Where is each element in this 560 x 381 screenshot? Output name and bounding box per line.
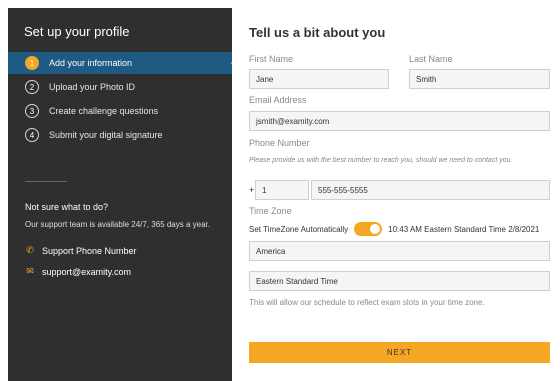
auto-timezone-row: Set TimeZone Automatically 10:43 AM East… [249,222,539,236]
step-number: 3 [25,104,39,118]
step-number: 1 [25,56,39,70]
timezone-note: This will allow our schedule to reflect … [249,298,485,307]
sidebar-divider [25,181,67,182]
step-add-information[interactable]: 1 Add your information [8,52,240,74]
step-number: 4 [25,128,39,142]
support-phone-label: Support Phone Number [42,245,137,256]
help-title: Not sure what to do? [25,202,109,212]
email-label: Email Address [249,95,307,105]
envelope-icon: ✉ [26,266,34,276]
step-label: Add your information [49,58,133,68]
country-code-prefix: + [249,185,255,195]
step-label: Create challenge questions [49,106,159,116]
phone-label: Phone Number [249,138,310,148]
first-name-field[interactable]: Jane [249,69,389,89]
last-name-label: Last Name [409,54,453,64]
auto-timezone-toggle[interactable] [354,222,383,236]
support-phone-link[interactable]: ✆ Support Phone Number [25,245,137,256]
timezone-label: Time Zone [249,206,292,216]
email-field[interactable]: jsmith@examity.com [249,111,550,131]
phone-icon: ✆ [26,245,34,255]
support-email-link[interactable]: ✉ support@examity.com [25,266,131,277]
page-title: Tell us a bit about you [249,25,386,40]
timezone-select[interactable]: Eastern Standard Time [249,271,550,291]
phone-hint: Please provide us with the best number t… [249,157,513,164]
country-code-field[interactable]: 1 [255,180,309,200]
sidebar: Set up your profile 1 Add your informati… [8,8,240,381]
step-digital-signature[interactable]: 4 Submit your digital signature [8,124,232,146]
step-label: Submit your digital signature [49,130,163,140]
step-upload-photo-id[interactable]: 2 Upload your Photo ID [8,76,232,98]
current-time-text: 10:43 AM Eastern Standard Time 2/8/2021 [388,224,540,234]
profile-form: Tell us a bit about you First Name Last … [232,8,560,381]
last-name-field[interactable]: Smith [409,69,550,89]
sidebar-title: Set up your profile [24,24,130,39]
step-challenge-questions[interactable]: 3 Create challenge questions [8,100,232,122]
step-number: 2 [25,80,39,94]
phone-field[interactable]: 555-555-5555 [311,180,550,200]
region-select[interactable]: America [249,241,550,261]
support-email-label: support@examity.com [42,266,131,277]
next-button[interactable]: NEXT [249,342,550,363]
first-name-label: First Name [249,54,294,64]
help-text: Our support team is available 24/7, 365 … [25,220,210,229]
auto-timezone-label: Set TimeZone Automatically [249,224,349,234]
step-label: Upload your Photo ID [49,82,136,92]
